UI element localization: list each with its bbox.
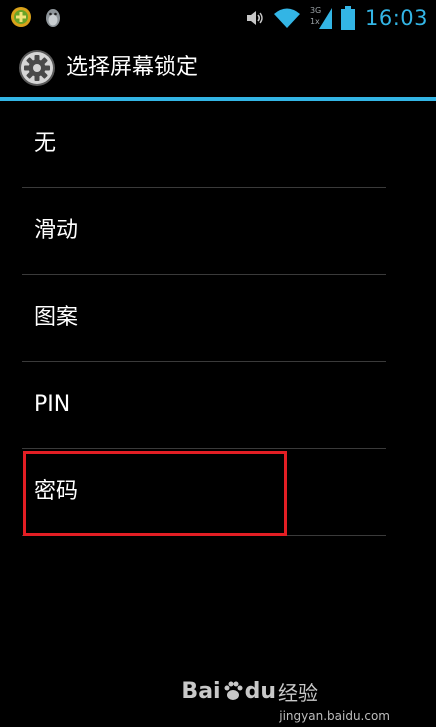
lock-option-slide[interactable]: 滑动 xyxy=(0,188,436,275)
clock: 16:03 xyxy=(364,6,428,30)
option-label: 图案 xyxy=(34,305,79,330)
watermark: Bai du 经验 jingyan.baidu.com xyxy=(0,670,436,725)
system-status-icons: 3G 1x 16:03 xyxy=(245,4,428,32)
lock-option-pin[interactable]: PIN xyxy=(0,362,436,449)
lock-option-pattern[interactable]: 图案 xyxy=(0,275,436,362)
baidu-jingyan-logo: Bai du 经验 xyxy=(181,677,318,705)
battery-icon xyxy=(340,6,355,30)
watermark-brand-bai: Bai xyxy=(181,678,221,704)
volume-icon xyxy=(246,11,263,25)
baidu-paw-icon xyxy=(224,681,243,700)
watermark-brand-du: du xyxy=(244,678,276,704)
option-label: 滑动 xyxy=(34,218,79,243)
signal-icon: 3G 1x xyxy=(309,6,333,30)
wifi-icon xyxy=(273,8,300,28)
option-label: PIN xyxy=(34,392,71,417)
app-notification-icon[interactable] xyxy=(10,6,32,28)
title-bar: 选择屏幕锁定 xyxy=(0,36,436,97)
page-title: 选择屏幕锁定 xyxy=(66,55,199,80)
highlight-box xyxy=(23,451,287,536)
status-bar: 3G 1x 16:03 xyxy=(0,0,436,36)
notification-icons xyxy=(10,6,64,28)
option-label: 无 xyxy=(34,131,57,156)
settings-gear-icon[interactable] xyxy=(18,49,56,87)
lock-option-none[interactable]: 无 xyxy=(0,101,436,188)
watermark-url: jingyan.baidu.com xyxy=(279,709,390,723)
qq-penguin-icon[interactable] xyxy=(42,6,64,28)
watermark-brand-jingyan: 经验 xyxy=(278,680,318,705)
